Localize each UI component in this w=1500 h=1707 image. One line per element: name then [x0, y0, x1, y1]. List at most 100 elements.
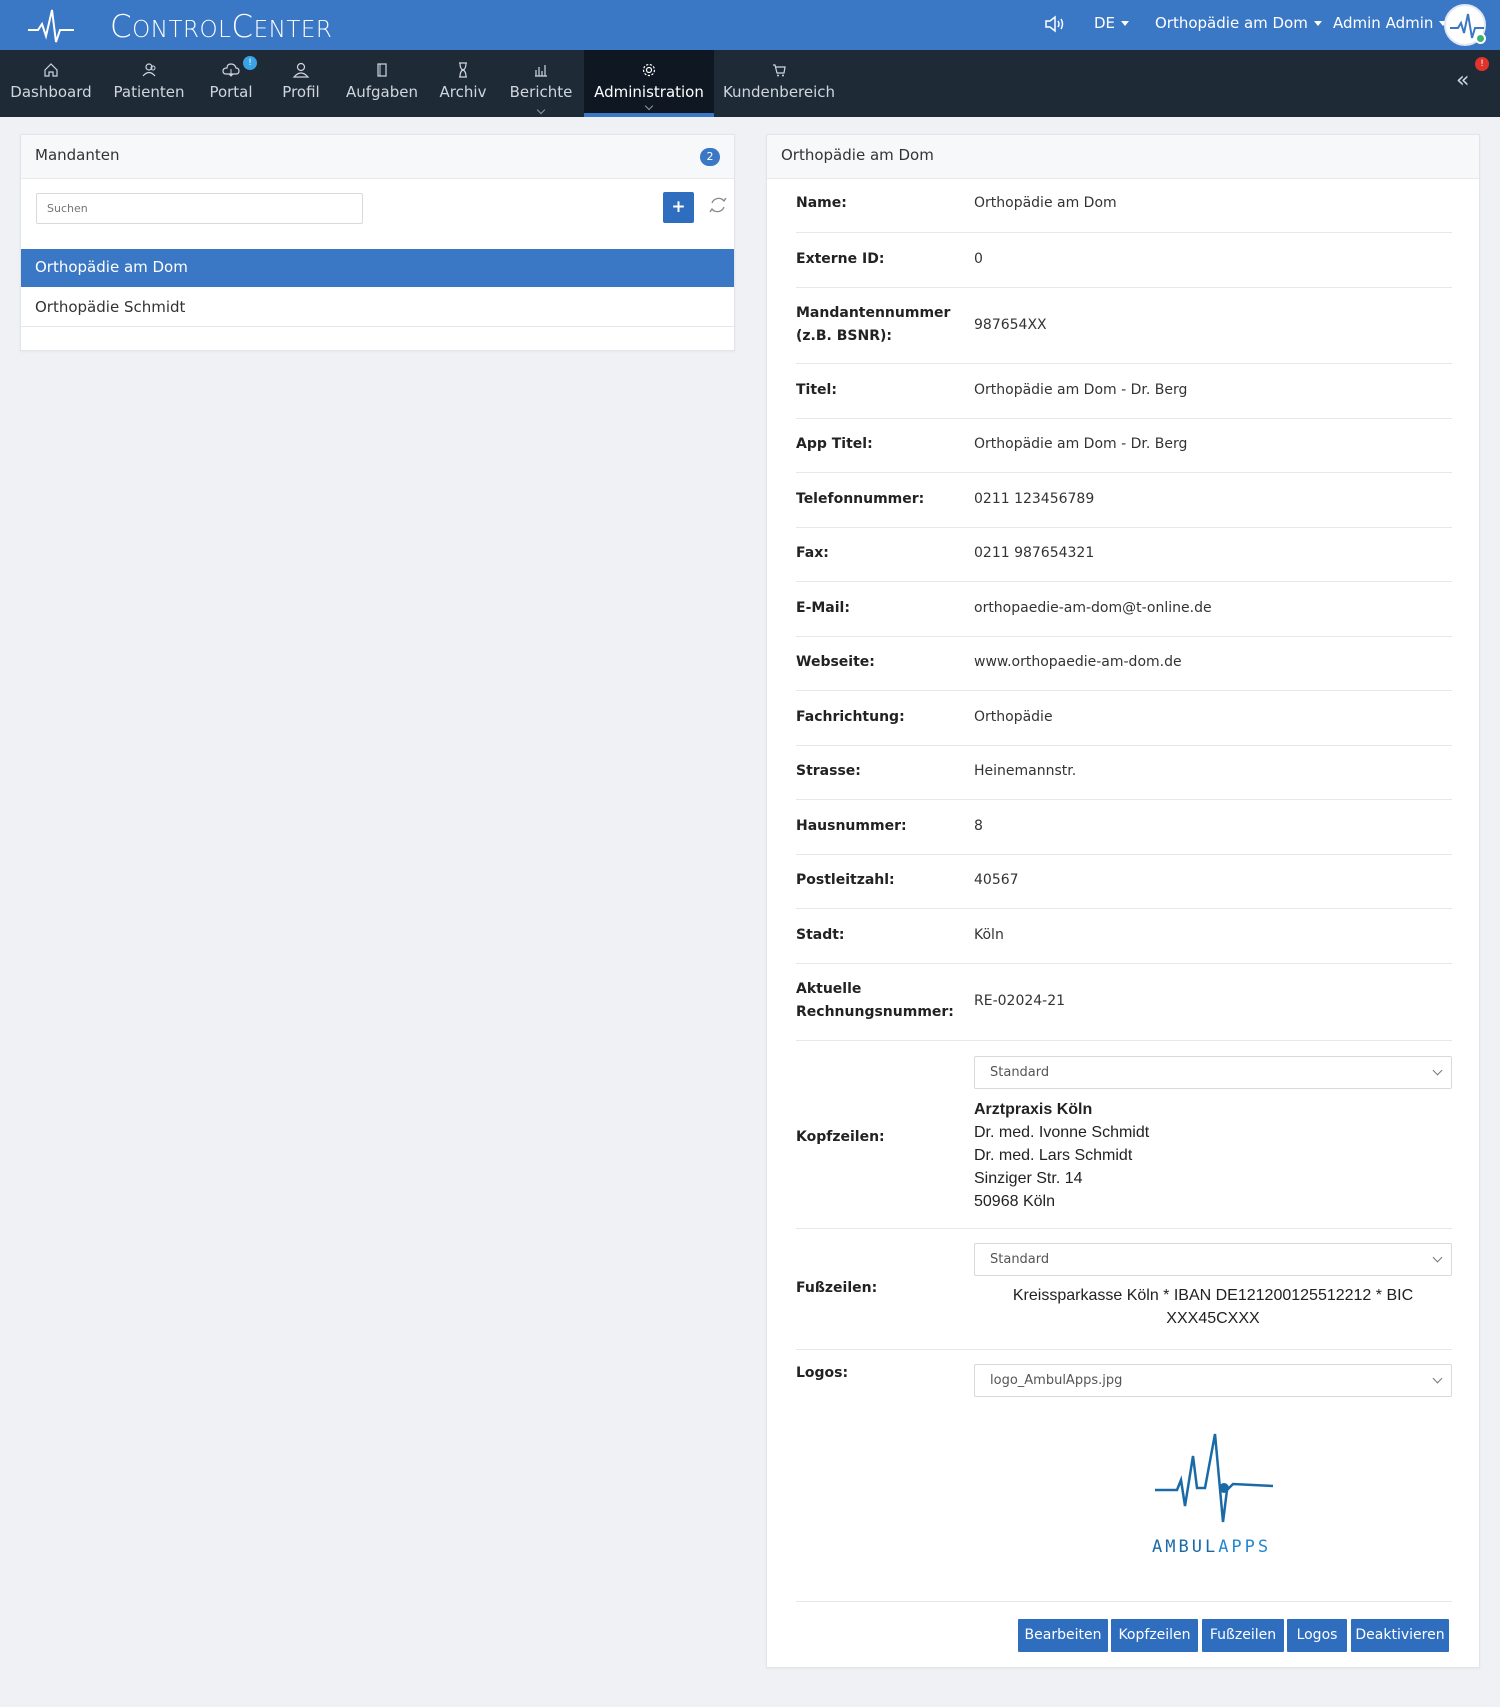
field-value: 8 — [974, 818, 983, 834]
field-row: Mandantennummer (z.B. BSNR): 987654XX — [796, 288, 1452, 364]
header-select[interactable]: Standard — [974, 1056, 1452, 1089]
footer-select[interactable]: Standard — [974, 1243, 1452, 1276]
field-row: Telefonnummer: 0211 123456789 — [796, 473, 1452, 528]
chevron-down-icon — [1432, 1065, 1443, 1076]
search-input[interactable] — [36, 193, 363, 224]
add-client-button[interactable]: + — [663, 192, 694, 223]
nav-label: Kundenbereich — [722, 83, 836, 101]
field-value: Köln — [974, 927, 1004, 943]
user-dropdown[interactable]: Admin Admin — [1333, 14, 1448, 32]
header-line: Arztpraxis Köln — [974, 1101, 1093, 1118]
nav-label: Profil — [282, 83, 320, 101]
logos-button[interactable]: Logos — [1287, 1619, 1347, 1652]
header-row: Kopfzeilen: Standard Arztpraxis Köln Dr.… — [796, 1041, 1452, 1229]
field-label: Fachrichtung: — [796, 709, 905, 725]
field-value: Orthopädie am Dom — [974, 195, 1117, 211]
nav-label: Berichte — [509, 83, 573, 101]
nav-profil[interactable]: Profil — [266, 50, 336, 117]
nav-label: Administration — [594, 83, 704, 101]
field-label: App Titel: — [796, 436, 873, 452]
detail-panel-header: Orthopädie am Dom — [767, 135, 1479, 179]
select-value: logo_AmbulApps.jpg — [990, 1373, 1123, 1388]
nav-label: Dashboard — [10, 83, 92, 101]
patients-icon — [142, 63, 156, 77]
nav-kundenbereich[interactable]: Kundenbereich — [714, 50, 844, 117]
client-list-item[interactable]: Orthopädie am Dom — [21, 249, 734, 287]
nav-label: Aufgaben — [345, 83, 419, 101]
clients-panel-header: Mandanten 2 — [21, 135, 734, 179]
field-value: 0211 123456789 — [974, 491, 1095, 507]
portal-notification-badge: ! — [243, 56, 257, 70]
ambulapps-wordmark: AMBULAPPS — [1152, 1537, 1272, 1557]
field-row: Externe ID: 0 — [796, 233, 1452, 288]
field-row: Stadt: Köln — [796, 909, 1452, 964]
field-value: orthopaedie-am-dom@t-online.de — [974, 600, 1212, 616]
field-label: Name: — [796, 195, 847, 211]
field-label: Aktuelle Rechnungsnummer: — [796, 981, 954, 1020]
app-brand[interactable]: CONTROLCENTER — [110, 9, 332, 45]
client-detail-panel: Orthopädie am Dom Name: Orthopädie am Do… — [766, 134, 1480, 1668]
field-row: Fachrichtung: Orthopädie — [796, 691, 1452, 746]
field-value: www.orthopaedie-am-dom.de — [974, 654, 1182, 670]
refresh-icon[interactable] — [707, 194, 729, 216]
field-row: Aktuelle Rechnungsnummer: RE-02024-21 — [796, 964, 1452, 1041]
nav-berichte[interactable]: Berichte — [498, 50, 584, 117]
top-bar: CONTROLCENTER DE Orthopädie am Dom Admin… — [0, 0, 1500, 50]
collapse-sidebar-icon[interactable]: « — [1456, 68, 1469, 93]
edit-button[interactable]: Bearbeiten — [1018, 1619, 1108, 1652]
ambulapps-heartbeat-icon — [1155, 1433, 1274, 1523]
user-icon — [292, 62, 310, 78]
field-label: Titel: — [796, 382, 837, 398]
field-row: Name: Orthopädie am Dom — [796, 179, 1452, 233]
field-label: Kopfzeilen: — [796, 1129, 885, 1145]
chevron-down-icon — [1432, 1373, 1443, 1384]
field-label: Hausnummer: — [796, 818, 907, 834]
panel-title: Orthopädie am Dom — [781, 146, 934, 164]
nav-label: Patienten — [113, 83, 185, 101]
field-value: Orthopädie — [974, 709, 1053, 725]
headers-button[interactable]: Kopfzeilen — [1111, 1619, 1198, 1652]
cloud-icon — [222, 63, 240, 77]
deactivate-button[interactable]: Deaktivieren — [1351, 1619, 1449, 1652]
nav-archiv[interactable]: Archiv — [428, 50, 498, 117]
field-label: E-Mail: — [796, 600, 850, 616]
client-list-item[interactable]: Orthopädie Schmidt — [21, 289, 734, 327]
select-value: Standard — [990, 1065, 1050, 1080]
speaker-icon[interactable] — [1044, 14, 1066, 34]
heartbeat-logo-icon[interactable] — [28, 8, 74, 44]
field-label: Stadt: — [796, 927, 845, 943]
field-row: E-Mail: orthopaedie-am-dom@t-online.de — [796, 582, 1452, 637]
footers-button[interactable]: Fußzeilen — [1202, 1619, 1284, 1652]
field-label: Fußzeilen: — [796, 1280, 878, 1296]
clients-panel: Mandanten 2 + Orthopädie am Dom Orthopäd… — [20, 134, 735, 351]
logo-select[interactable]: logo_AmbulApps.jpg — [974, 1364, 1452, 1397]
nav-aufgaben[interactable]: Aufgaben — [336, 50, 428, 117]
field-value: Heinemannstr. — [974, 763, 1077, 779]
field-label: Postleitzahl: — [796, 872, 895, 888]
language-dropdown[interactable]: DE — [1094, 14, 1130, 32]
nav-label: Portal — [209, 83, 253, 101]
field-value: 40567 — [974, 872, 1019, 888]
field-label: Fax: — [796, 545, 829, 561]
field-row: Titel: Orthopädie am Dom - Dr. Berg — [796, 364, 1452, 419]
caret-down-icon — [1121, 20, 1130, 26]
field-label: Webseite: — [796, 654, 875, 670]
online-status-dot — [1475, 33, 1486, 44]
clipboard-icon — [377, 63, 387, 77]
nav-patienten[interactable]: Patienten — [102, 50, 196, 117]
select-value: Standard — [990, 1252, 1050, 1267]
hourglass-icon — [459, 62, 467, 78]
field-row: Strasse: Heinemannstr. — [796, 746, 1452, 800]
footer-preview: Kreissparkasse Köln * IBAN DE12120012551… — [1012, 1287, 1414, 1327]
footer-row: Fußzeilen: Standard Kreissparkasse Köln … — [796, 1229, 1452, 1350]
nav-dashboard[interactable]: Dashboard — [0, 50, 102, 117]
cart-icon — [773, 64, 786, 77]
ambulapps-logo: AMBULAPPS — [1145, 1430, 1285, 1560]
nav-administration[interactable]: Administration — [584, 50, 714, 117]
panel-title: Mandanten — [35, 146, 120, 164]
field-row: Hausnummer: 8 — [796, 800, 1452, 855]
clients-count-badge: 2 — [700, 148, 720, 166]
client-dropdown[interactable]: Orthopädie am Dom — [1155, 14, 1322, 32]
chevron-down-icon — [644, 101, 654, 111]
header-line: 50968 Köln — [974, 1193, 1055, 1210]
